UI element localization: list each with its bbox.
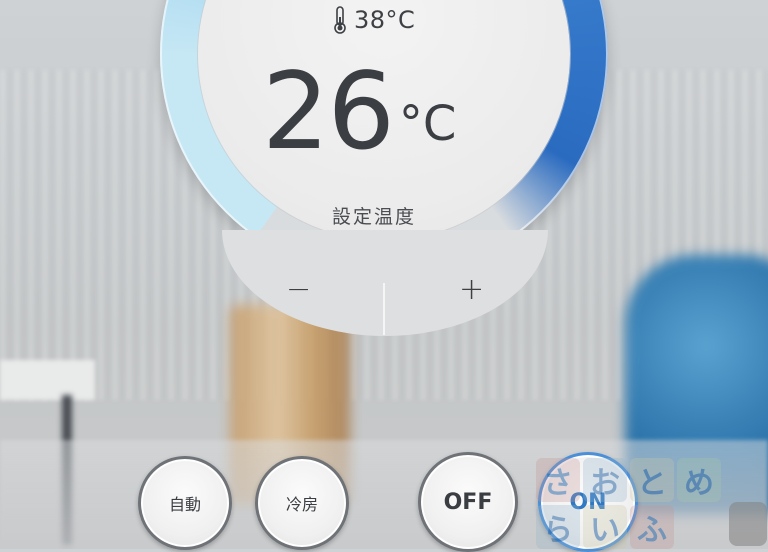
ambient-temperature: 38°C xyxy=(330,2,415,38)
auto-mode-button[interactable]: 自動 xyxy=(138,456,232,550)
cool-mode-button[interactable]: 冷房 xyxy=(255,456,349,550)
power-off-label: OFF xyxy=(443,489,493,515)
set-temperature-value: 26 xyxy=(262,50,395,173)
set-temperature-display: 26 °C xyxy=(262,50,522,180)
increase-temperature-button[interactable]: + xyxy=(385,230,548,336)
decrease-temperature-button[interactable]: − xyxy=(222,230,384,336)
power-off-button[interactable]: OFF xyxy=(418,452,518,552)
cool-mode-label: 冷房 xyxy=(285,495,318,514)
thermometer-icon xyxy=(334,6,346,34)
ambient-temperature-value: 38°C xyxy=(354,6,416,34)
plus-label: + xyxy=(459,272,485,307)
power-on-label: ON xyxy=(569,489,607,515)
set-temperature-label: 設定温度 xyxy=(332,206,417,228)
background-floor xyxy=(0,440,768,549)
auto-mode-label: 自動 xyxy=(168,495,201,514)
minus-label: − xyxy=(286,272,312,307)
background-table xyxy=(0,360,95,400)
set-temperature-unit: °C xyxy=(398,96,457,152)
power-on-button[interactable]: ON xyxy=(538,452,638,552)
